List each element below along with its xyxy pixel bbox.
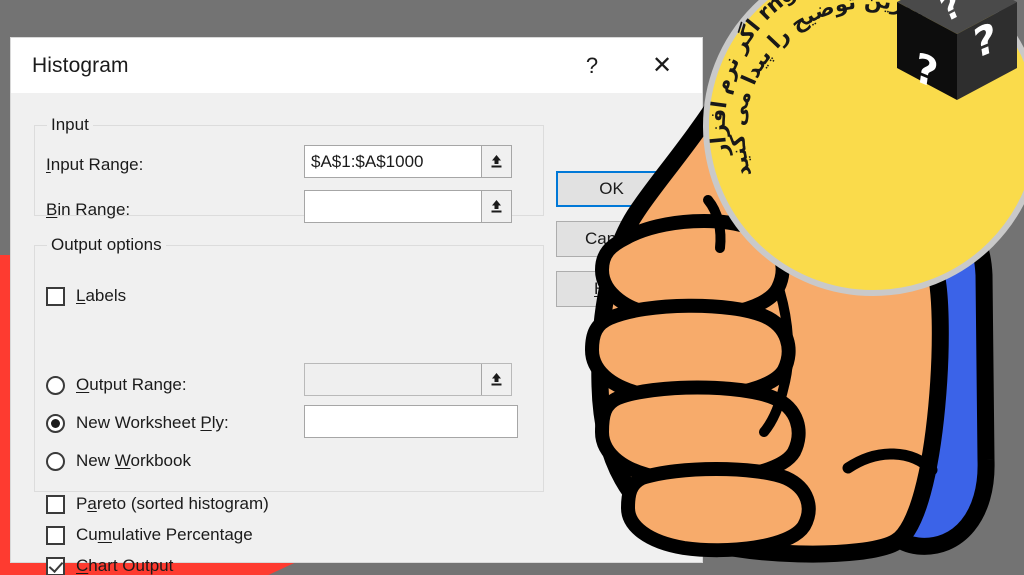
new-worksheet-ply-input[interactable] xyxy=(305,406,517,437)
cumulative-percentage-checkbox-label: Cumulative Percentage xyxy=(76,525,253,544)
chart-output-checkbox-row[interactable]: Chart Output xyxy=(46,556,173,575)
bin-range-input[interactable] xyxy=(305,191,481,222)
chart-output-checkbox-label: Chart Output xyxy=(76,556,174,575)
output-range-radio[interactable] xyxy=(46,375,65,395)
red-accent-left-bar xyxy=(0,255,11,575)
chart-output-checkbox[interactable] xyxy=(46,556,65,575)
pareto-checkbox-label: Pareto (sorted histogram) xyxy=(76,494,269,513)
new-workbook-radio-label: New Workbook xyxy=(76,451,191,470)
output-options-group-title: Output options xyxy=(47,235,166,255)
bin-range-refedit[interactable] xyxy=(304,190,512,223)
input-range-refedit[interactable] xyxy=(304,145,512,178)
new-worksheet-ply-radio[interactable] xyxy=(46,413,65,433)
pareto-checkbox-row[interactable]: Pareto (sorted histogram) xyxy=(46,494,269,514)
input-range-input[interactable] xyxy=(305,146,481,177)
input-range-collapse-dialog-icon[interactable] xyxy=(481,146,511,177)
new-worksheet-ply-field[interactable] xyxy=(304,405,518,438)
mystery-question-cube-icon: ? ? ? xyxy=(897,0,1017,100)
bin-range-label: Bin Range: xyxy=(46,200,131,219)
new-workbook-radio[interactable] xyxy=(46,451,65,471)
output-range-refedit[interactable] xyxy=(304,363,512,396)
output-range-radio-row[interactable]: Output Range: xyxy=(46,375,187,395)
pareto-checkbox[interactable] xyxy=(46,494,65,514)
bin-range-collapse-dialog-icon[interactable] xyxy=(481,191,511,222)
cumulative-percentage-checkbox-row[interactable]: Cumulative Percentage xyxy=(46,525,253,545)
promo-badge: اگر نرم افزار rng را نمی شناسید، اینجا ب… xyxy=(703,0,1024,296)
input-range-label: Input Range: xyxy=(46,155,144,174)
new-worksheet-ply-radio-label: New Worksheet Ply: xyxy=(76,413,229,432)
dialog-title: Histogram xyxy=(32,53,129,77)
new-workbook-radio-row[interactable]: New Workbook xyxy=(46,451,191,471)
screenshot-canvas: Histogram ? ✕ Input Input Range: $A$1:$A… xyxy=(0,0,1024,575)
output-range-collapse-dialog-icon[interactable] xyxy=(481,364,511,395)
cumulative-percentage-checkbox[interactable] xyxy=(46,525,65,545)
input-group-title: Input xyxy=(47,115,93,135)
new-worksheet-ply-radio-row[interactable]: New Worksheet Ply: xyxy=(46,413,229,433)
output-range-radio-label: Output Range: xyxy=(76,375,187,394)
output-range-input[interactable] xyxy=(305,364,481,395)
